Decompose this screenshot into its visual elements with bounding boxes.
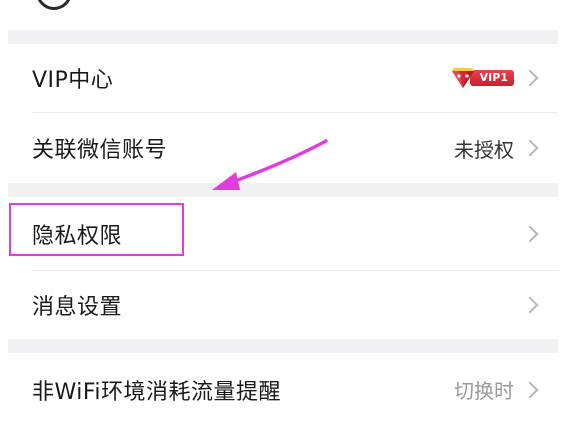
vip-center-row[interactable]: VIP中心 VIP1	[8, 44, 558, 112]
link-wechat-row[interactable]: 关联微信账号 未授权	[8, 113, 558, 183]
top-cutoff-area	[8, 0, 558, 30]
vip-gem-icon	[450, 67, 476, 89]
chevron-right-icon	[521, 296, 539, 314]
section-gap	[8, 30, 558, 44]
privacy-permissions-row[interactable]: 隐私权限	[8, 197, 558, 270]
privacy-permissions-label: 隐私权限	[32, 223, 123, 249]
link-wechat-label: 关联微信账号	[32, 138, 168, 163]
data-usage-reminder-value: 切换时	[454, 379, 514, 403]
avatar-edge	[30, 0, 78, 16]
vip-level-text: VIP1	[469, 70, 514, 86]
vip-center-label: VIP中心	[32, 68, 114, 93]
section-gap	[8, 183, 558, 197]
message-settings-row[interactable]: 消息设置	[8, 271, 558, 339]
chevron-right-icon	[521, 381, 539, 398]
vip-level-badge: VIP1	[450, 67, 514, 89]
settings-page: VIP中心 VIP1 关联微信账号 未授权 隐私权限 消息设置 非WiFi环境消…	[8, 0, 558, 426]
data-usage-reminder-label: 非WiFi环境消耗流量提醒	[32, 379, 282, 405]
data-usage-reminder-row[interactable]: 非WiFi环境消耗流量提醒 切换时	[8, 353, 558, 426]
message-settings-label: 消息设置	[32, 295, 123, 320]
link-wechat-status: 未授权	[454, 137, 514, 162]
chevron-right-icon	[521, 139, 539, 157]
chevron-right-icon	[521, 69, 539, 87]
chevron-right-icon	[521, 225, 539, 242]
section-gap	[8, 339, 558, 353]
